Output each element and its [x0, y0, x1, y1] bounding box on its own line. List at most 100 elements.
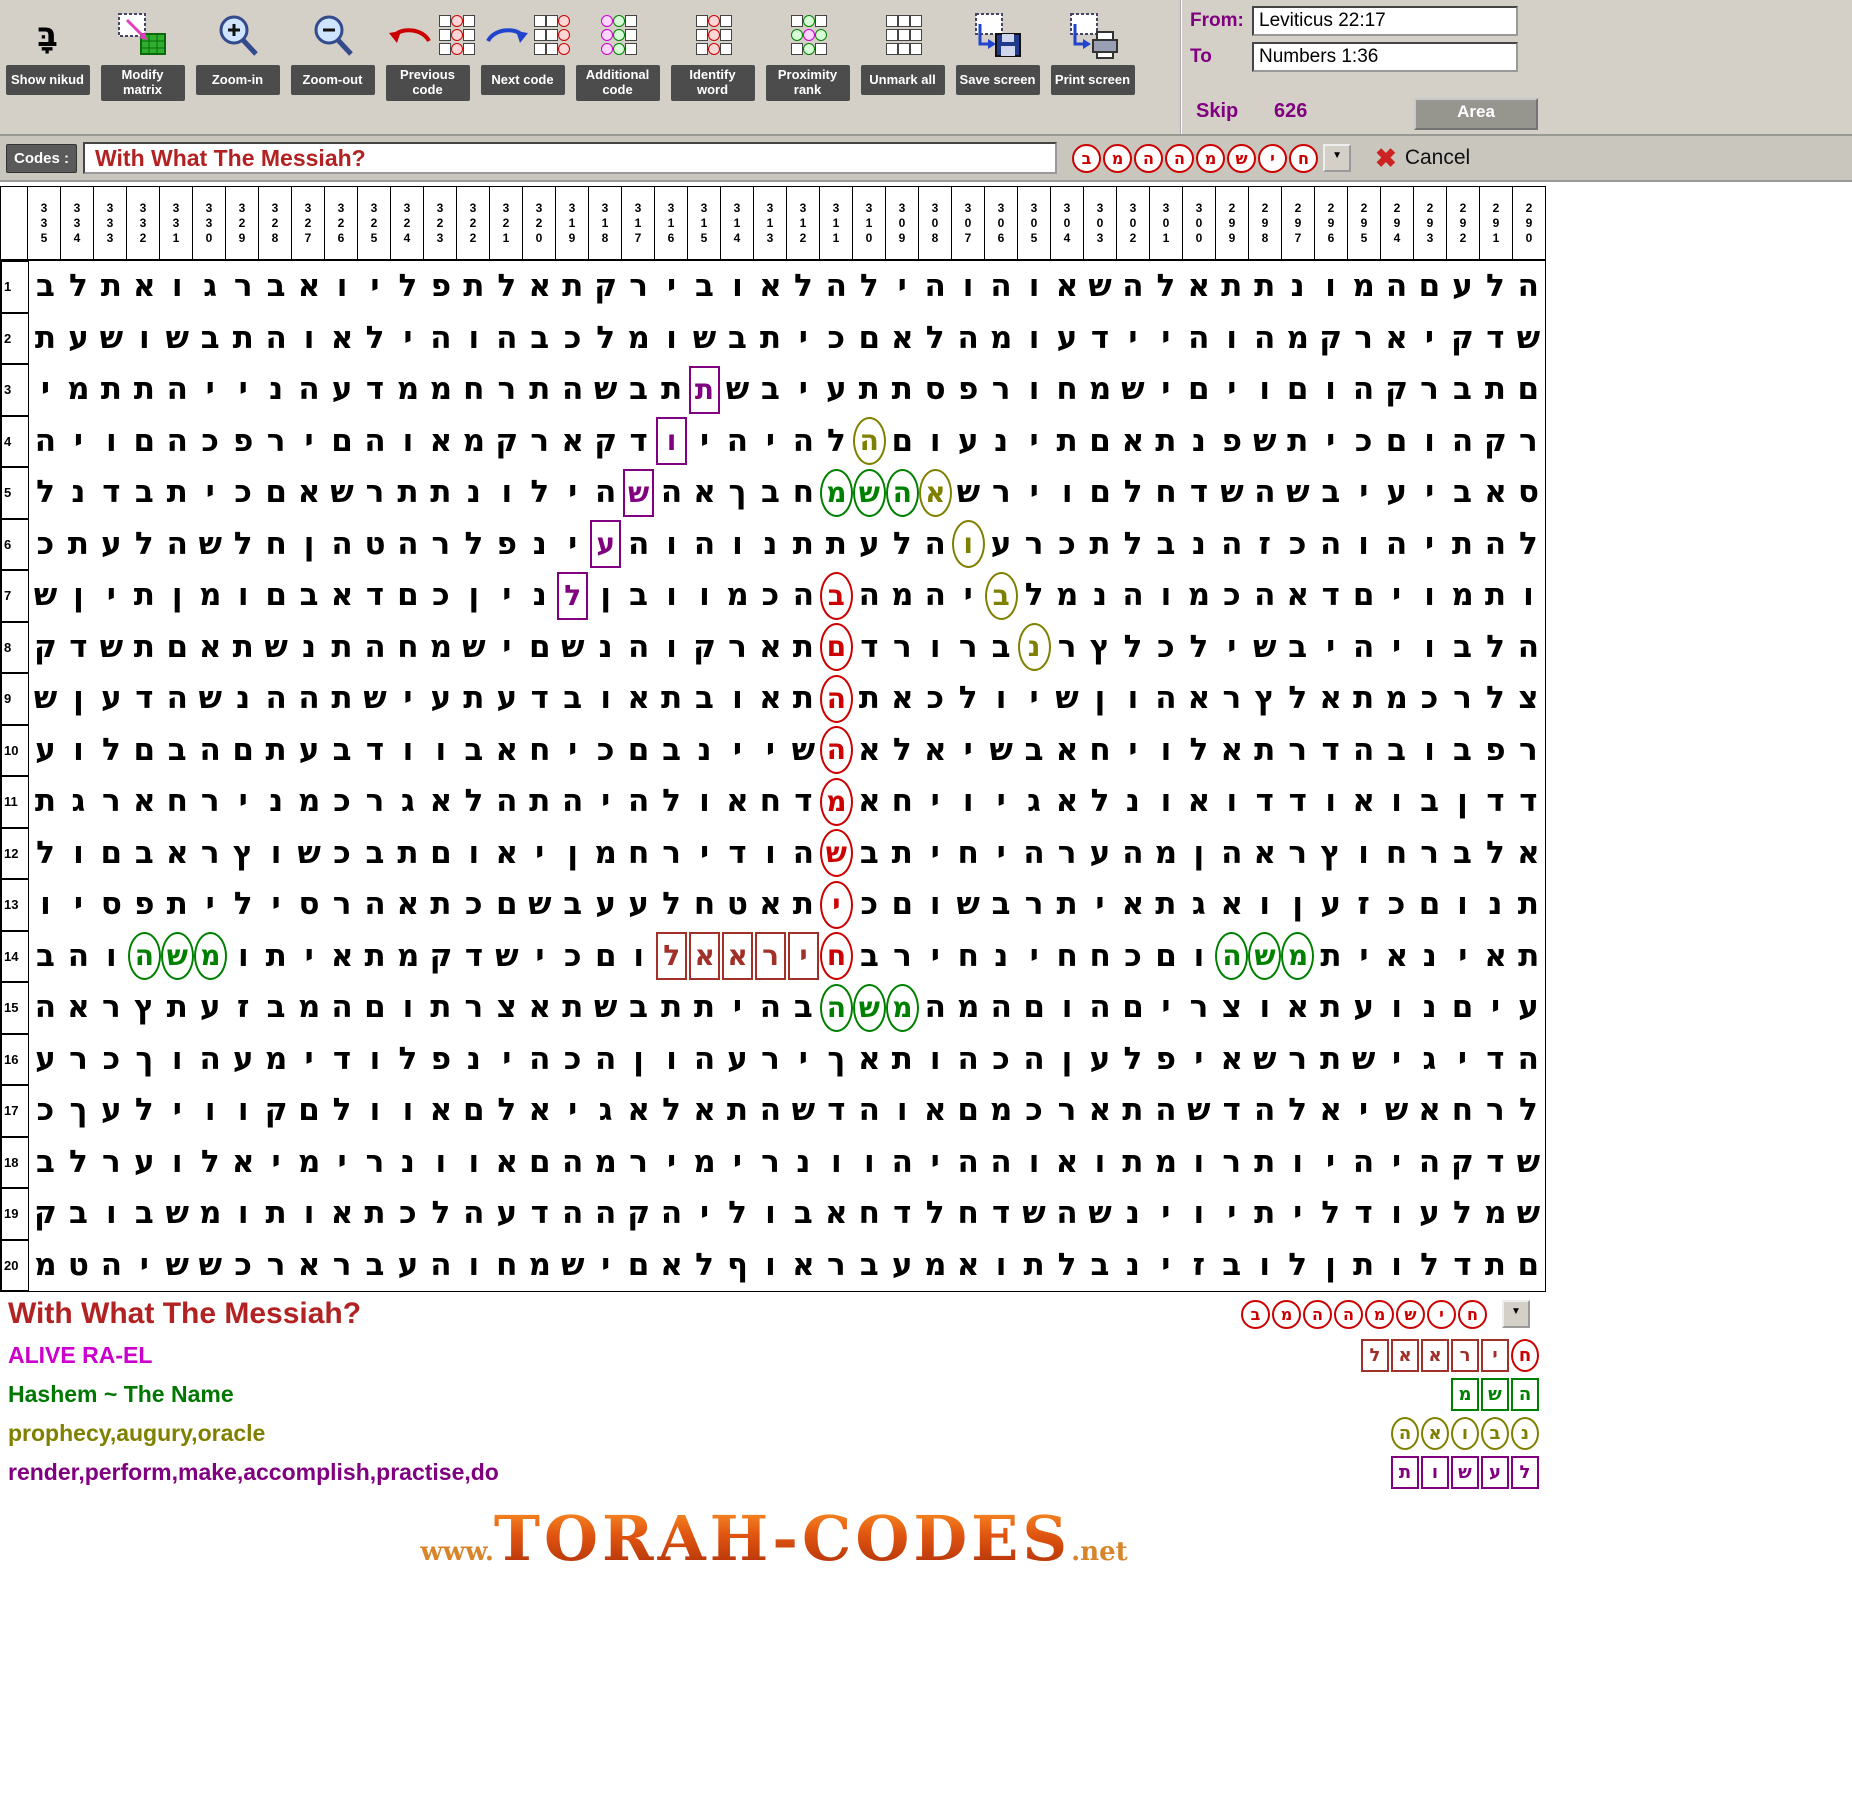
matrix-cell: כ [1025, 1092, 1043, 1129]
column-header: 323 [424, 186, 457, 260]
matrix-cell: מ [1055, 577, 1079, 614]
cancel-button[interactable]: ✖ Cancel [1375, 143, 1470, 174]
additional-code-button[interactable]: Additional code [570, 0, 665, 101]
toolbar: בָּ Show nikud Modify matrix Zoom-in Zoo… [0, 0, 1852, 136]
column-header: 300 [1183, 186, 1216, 260]
matrix-cell: מ [726, 577, 749, 614]
modify-matrix-button[interactable]: Modify matrix [95, 0, 190, 101]
to-field[interactable] [1252, 42, 1518, 72]
matrix-cell: ם [133, 731, 156, 768]
matrix-cell: א [825, 1195, 848, 1232]
show-nikud-button[interactable]: בָּ Show nikud [0, 0, 95, 95]
print-screen-button[interactable]: Print screen [1045, 0, 1140, 95]
legend-letter-glyph: ח [1511, 1339, 1539, 1372]
matrix-cell: ב [35, 268, 55, 305]
matrix-cell: ה [199, 1040, 221, 1077]
from-field[interactable] [1252, 6, 1518, 36]
next-code-button[interactable]: Next code [475, 0, 570, 95]
matrix-cell: ם [528, 628, 551, 665]
legend-letter-glyph: ש [1481, 1378, 1509, 1411]
highlighted-letter: מ [1281, 932, 1315, 981]
matrix-cell: י [1161, 1195, 1171, 1232]
previous-code-button[interactable]: Previous code [380, 0, 475, 101]
matrix-cell: ה [1418, 1143, 1441, 1180]
matrix-cell: נ [532, 525, 547, 562]
matrix-cell: ב [760, 474, 780, 511]
matrix-cell: ח [819, 931, 853, 983]
zoom-in-button[interactable]: Zoom-in [190, 0, 285, 95]
zoom-out-icon [305, 5, 361, 65]
matrix-cell: מ [297, 1143, 321, 1180]
matrix-cell: כ [1420, 680, 1439, 717]
matrix-cell: ר [728, 628, 747, 665]
matrix-cell: י [568, 1092, 578, 1129]
matrix-cell: א [1055, 783, 1079, 820]
matrix-cell: א [693, 474, 716, 511]
matrix-cell: י [304, 422, 314, 459]
column-header: 318 [589, 186, 622, 260]
result-dropdown-button[interactable]: ▼ [1502, 1300, 1530, 1328]
matrix-cell: י [765, 422, 775, 459]
matrix-cell: ח [957, 834, 979, 871]
matrix-cell: ם [1517, 1246, 1540, 1283]
matrix-cell: א [198, 628, 222, 665]
matrix-cell: א [792, 1246, 815, 1283]
row-number: 8 [1, 621, 29, 673]
matrix-cell: י [930, 834, 940, 871]
matrix-cell: ה [594, 1195, 617, 1232]
matrix-cell: ו [402, 422, 414, 459]
matrix-cell: מ [923, 1246, 947, 1283]
zoom-out-button[interactable]: Zoom-out [285, 0, 380, 95]
matrix-cell: ד [1486, 783, 1505, 820]
matrix-cell: א [759, 268, 782, 305]
matrix-cell: י [1227, 628, 1237, 665]
column-header: 315 [688, 186, 721, 260]
matrix-cell: ר [1486, 1092, 1505, 1129]
matrix-cell: ת [232, 319, 254, 356]
matrix-cell: י [1029, 680, 1039, 717]
save-screen-button[interactable]: Save screen [950, 0, 1045, 95]
matrix-cell: ל [398, 1040, 418, 1077]
matrix-cell: ב [266, 268, 286, 305]
matrix-cell: ה [298, 680, 320, 717]
matrix-cell: ת [1254, 1195, 1276, 1232]
matrix-cell: ו [106, 937, 117, 974]
matrix-cell: ל [1090, 783, 1110, 820]
matrix-cell: מ [1154, 1143, 1178, 1180]
matrix-cell: ר [1288, 731, 1308, 768]
legend-letter-glyph: מ [1451, 1378, 1479, 1411]
matrix-cell: ם [265, 474, 287, 511]
codes-dropdown-button[interactable]: ▼ [1323, 144, 1352, 172]
matrix-cell: א [429, 422, 453, 459]
matrix-cell: ד [629, 422, 648, 459]
matrix-cell: ר [102, 1143, 121, 1180]
matrix-cell: י [502, 1040, 512, 1077]
matrix-cell: ד [102, 474, 121, 511]
matrix-cell: ן [567, 834, 579, 871]
code-letter-circle: מ [1103, 143, 1133, 173]
matrix-cell: ה [990, 268, 1012, 305]
area-button[interactable]: Area [1414, 98, 1538, 130]
zoom-in-icon [210, 5, 266, 65]
matrix-cell: ר [958, 628, 978, 665]
matrix-grid: 1בלתאוגרבאוילפתלאתקריבואלהליהוהואשהלאתתנ… [0, 260, 1546, 1292]
matrix-cell: ת [166, 989, 188, 1026]
codes-input[interactable] [83, 142, 1058, 174]
highlighted-letter: מ [885, 983, 919, 1032]
matrix-cell: ת [331, 680, 353, 717]
matrix-cell: י [40, 371, 51, 408]
matrix-cell: א [858, 731, 881, 768]
matrix-cell: ת [759, 319, 781, 356]
identify-word-button[interactable]: Identify word [665, 0, 760, 101]
highlighted-letter: ש [819, 829, 853, 878]
matrix-cell: ש [560, 628, 585, 665]
matrix-cell: ו [1127, 680, 1139, 717]
matrix-row: 12 ל ו ם ב א ר ץ ו ש כ ב ת ם ו א י ן מ ח ר י ד ו ה ש ב ת י ח י ה ר ע ה מ ן ה א… [1, 827, 1545, 879]
code-letter-circle: ה [1165, 143, 1195, 173]
legend-letter-glyph: א [1391, 1339, 1419, 1372]
highlighted-letter: נ [1017, 623, 1051, 672]
matrix-cell: ל [1288, 680, 1308, 717]
matrix-cell: ב [200, 319, 220, 356]
unmark-all-button[interactable]: Unmark all [855, 0, 950, 95]
proximity-rank-button[interactable]: Proximity rank [760, 0, 855, 101]
